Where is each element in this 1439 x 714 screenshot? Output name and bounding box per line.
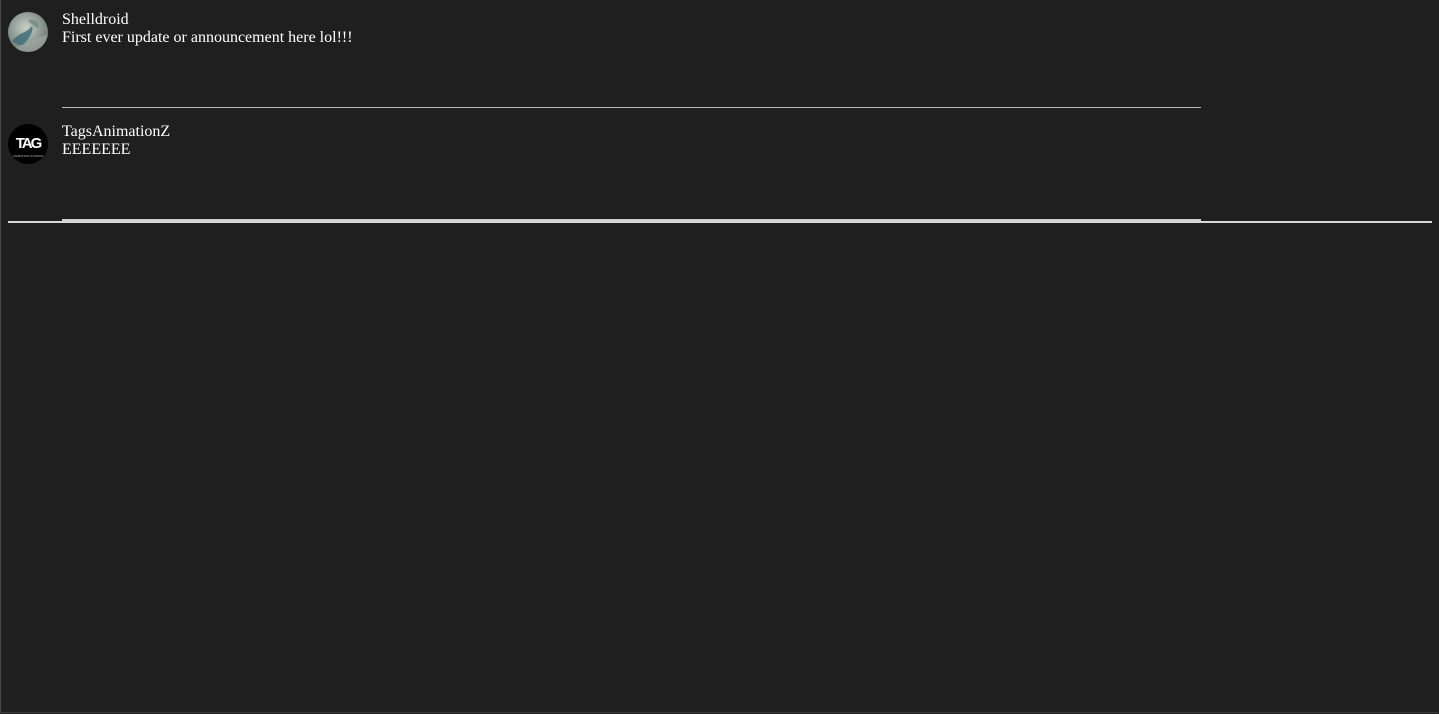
- shelldroid-avatar-icon[interactable]: [8, 12, 48, 52]
- avatar-logo-subtext: ANIMATION STUDIOS: [13, 154, 44, 158]
- post-message: First ever update or announcement here l…: [62, 29, 353, 46]
- post-author[interactable]: TagsAnimationZ: [62, 123, 170, 141]
- tag-logo-avatar-icon[interactable]: TAG ANIMATION STUDIOS: [8, 124, 48, 164]
- avatar-logo-text: TAG: [16, 135, 42, 152]
- post-message: EEEEEEE: [62, 141, 131, 158]
- post-author[interactable]: Shelldroid: [62, 11, 129, 29]
- feed-post: Shelldroid First ever update or announce…: [8, 0, 1201, 112]
- feed-end-divider: [8, 221, 1432, 223]
- feed-post: TAG ANIMATION STUDIOS TagsAnimationZ EEE…: [8, 112, 1201, 224]
- post-divider: [62, 107, 1201, 108]
